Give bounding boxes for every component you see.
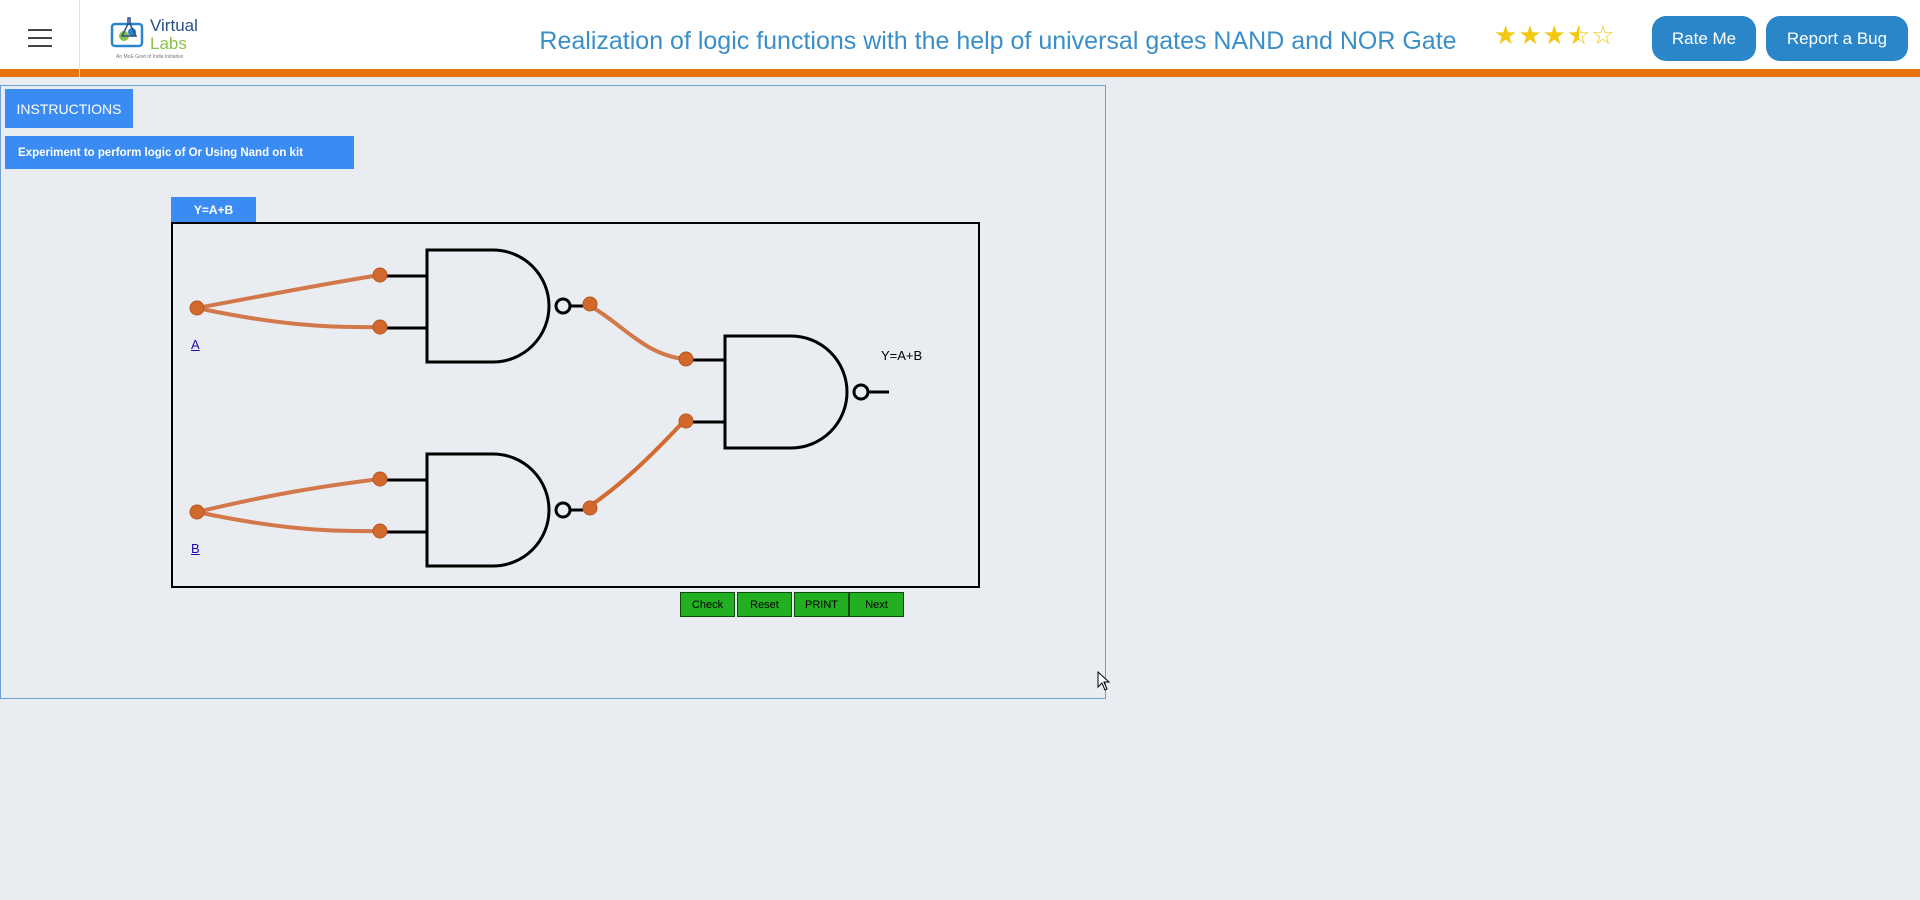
hamburger-menu-icon[interactable] [0,0,80,77]
reset-button[interactable]: Reset [737,592,792,617]
nand-gate-2 [385,452,583,568]
logo-text-labs: Labs [150,34,187,53]
page-title: Realization of logic functions with the … [539,27,1457,55]
print-button[interactable]: PRINT [794,592,849,617]
mouse-cursor-icon [1097,671,1111,691]
star-full-icon[interactable]: ★ [1494,20,1518,50]
input-a-label[interactable]: A [191,337,200,352]
terminal [372,319,388,335]
check-button[interactable]: Check [680,592,735,617]
next-button[interactable]: Next [849,592,904,617]
terminal [678,413,694,429]
star-half-icon[interactable]: ☆★ [1567,20,1591,51]
star-empty-icon[interactable]: ☆ [1591,20,1615,50]
terminal-input-b [189,504,205,520]
circuit-tab[interactable]: Y=A+B [171,197,256,223]
terminal [582,500,598,516]
instructions-button[interactable]: INSTRUCTIONS [5,89,133,128]
terminal [372,523,388,539]
star-full-icon[interactable]: ★ [1518,20,1542,50]
logo-tagline: An MoE Govt of India Initiative [116,54,184,60]
header: Virtual Labs An MoE Govt of India Initia… [0,0,1920,77]
report-bug-button[interactable]: Report a Bug [1766,16,1908,61]
virtual-labs-logo[interactable]: Virtual Labs An MoE Govt of India Initia… [108,12,200,62]
rate-me-button[interactable]: Rate Me [1652,16,1756,61]
star-full-icon[interactable]: ★ [1543,20,1567,50]
nand-gate-3 [687,334,889,450]
circuit-diagram [189,248,889,568]
star-rating[interactable]: ★★★☆★☆ [1494,20,1616,51]
circuit-board: A B Y=A+B [171,222,980,588]
logo-text-virtual: Virtual [150,16,198,35]
terminal-input-a [189,300,205,316]
experiment-label: Experiment to perform logic of Or Using … [5,136,354,169]
terminal [582,296,598,312]
input-b-label[interactable]: B [191,541,200,556]
terminal [678,351,694,367]
nand-gate-1 [385,248,583,364]
flask-logo-icon [110,17,144,48]
terminal [372,471,388,487]
output-label: Y=A+B [881,348,923,363]
wires [195,273,686,534]
terminal [372,267,388,283]
